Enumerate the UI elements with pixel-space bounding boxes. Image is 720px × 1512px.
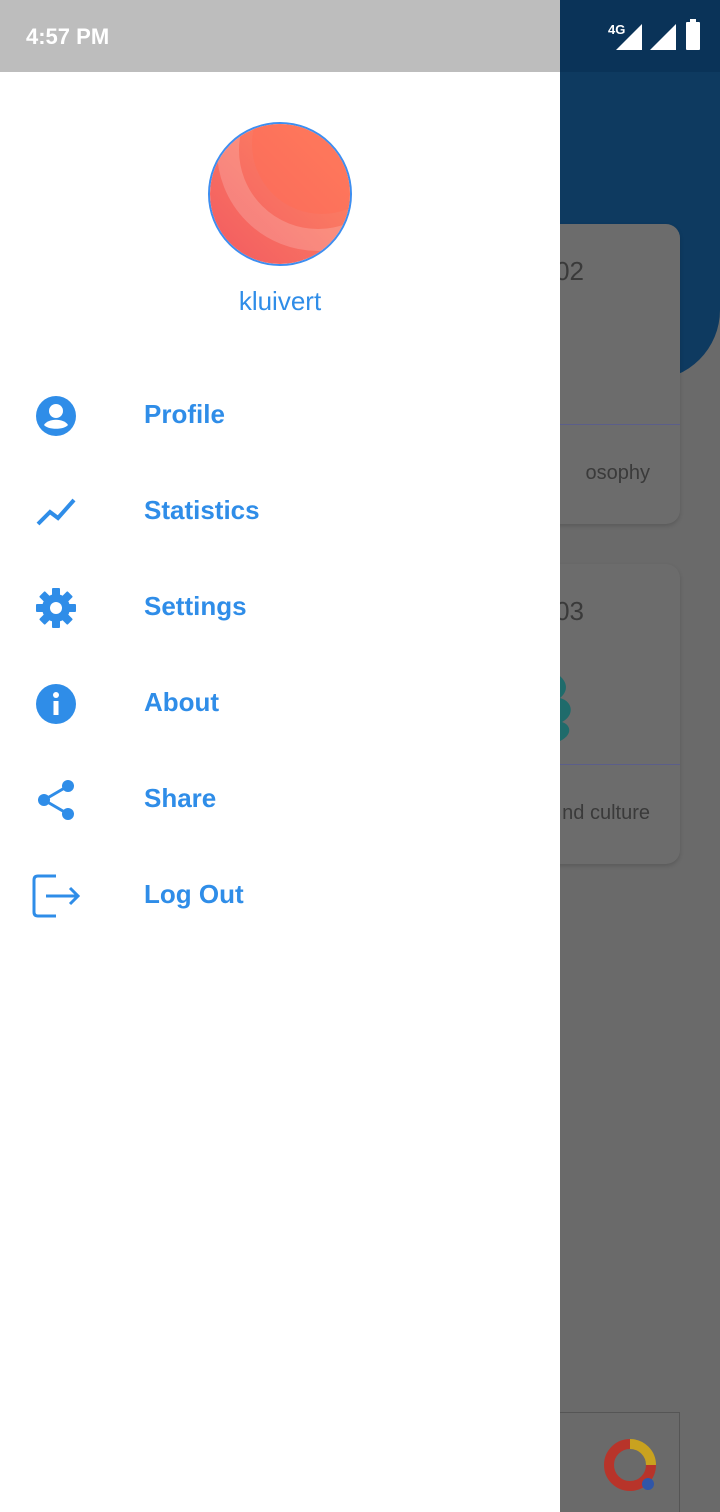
status-icons: 4G xyxy=(608,19,700,50)
menu-label-share: Share xyxy=(144,783,217,813)
avatar[interactable] xyxy=(208,122,352,266)
signal-icon xyxy=(650,24,676,50)
share-icon xyxy=(32,778,80,822)
menu-item-share[interactable]: Share xyxy=(0,752,560,848)
menu-item-about[interactable]: About xyxy=(0,656,560,752)
navigation-drawer: kluivert Profile Statistics Settings Abo… xyxy=(0,72,560,1512)
ad-logo-icon xyxy=(604,1439,656,1491)
drawer-menu: Profile Statistics Settings About Share … xyxy=(0,368,560,944)
menu-label-logout: Log Out xyxy=(144,879,244,909)
signal-4g-icon: 4G xyxy=(608,22,625,37)
logout-icon xyxy=(32,874,80,918)
battery-icon xyxy=(686,22,700,50)
info-icon xyxy=(32,682,80,726)
menu-label-statistics: Statistics xyxy=(144,495,260,525)
status-time: 4:57 PM xyxy=(26,24,110,49)
account-circle-icon xyxy=(32,394,80,438)
menu-label-profile: Profile xyxy=(144,399,225,429)
menu-item-settings[interactable]: Settings xyxy=(0,560,560,656)
trending-up-icon xyxy=(32,490,80,534)
gear-icon xyxy=(32,586,80,630)
status-bar: 4:57 PM xyxy=(0,0,560,72)
avatar-image xyxy=(210,124,350,264)
username: kluivert xyxy=(238,286,322,316)
menu-label-about: About xyxy=(144,687,220,717)
menu-item-logout[interactable]: Log Out xyxy=(0,848,560,944)
menu-label-settings: Settings xyxy=(144,591,247,621)
menu-item-profile[interactable]: Profile xyxy=(0,368,560,464)
menu-item-statistics[interactable]: Statistics xyxy=(0,464,560,560)
